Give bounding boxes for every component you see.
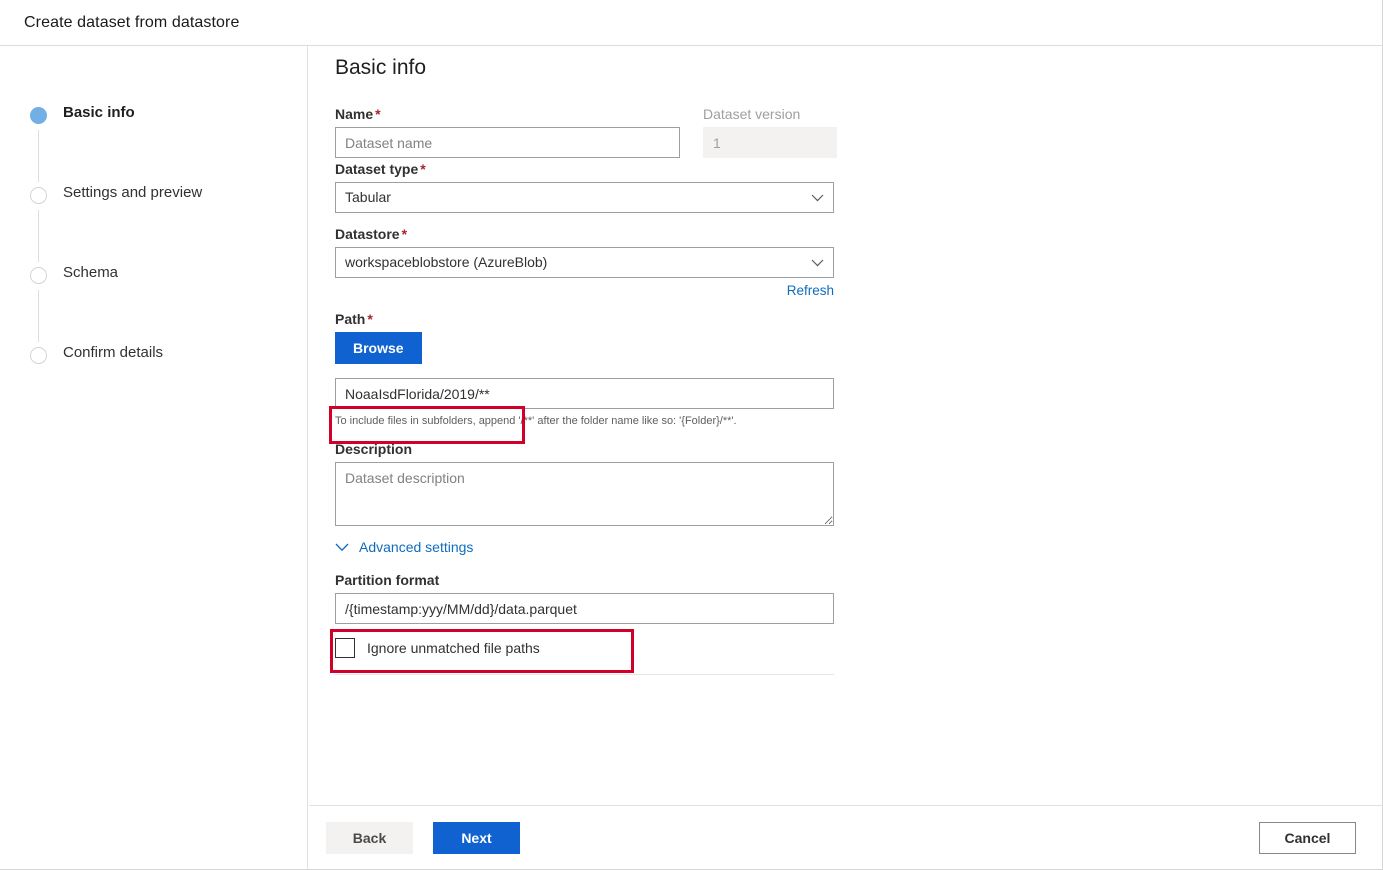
- advanced-settings-toggle[interactable]: Advanced settings: [335, 539, 473, 555]
- refresh-row: Refresh: [335, 283, 834, 298]
- name-label-text: Name: [335, 106, 373, 122]
- description-textarea[interactable]: [335, 462, 834, 526]
- dialog-footer: Back Next Cancel: [309, 805, 1382, 869]
- required-asterisk: *: [418, 161, 425, 177]
- ignore-unmatched-file-paths-label: Ignore unmatched file paths: [367, 640, 540, 656]
- dataset-type-label: Dataset type*: [335, 159, 865, 179]
- name-and-version-row: Name* Dataset version: [335, 104, 865, 159]
- step-connector-line: [38, 210, 39, 262]
- refresh-datastores-link[interactable]: Refresh: [787, 283, 834, 298]
- required-asterisk: *: [400, 226, 407, 242]
- section-divider: [335, 674, 834, 675]
- wizard-step-label: Confirm details: [63, 344, 163, 361]
- step-bullet-empty-icon: [30, 267, 47, 284]
- main-content-panel: Basic info Name* Dataset version Dataset…: [309, 46, 1382, 869]
- required-asterisk: *: [365, 311, 372, 327]
- wizard-steps: Basic info Settings and preview Schema C…: [30, 104, 280, 344]
- datastore-value: workspaceblobstore (AzureBlob): [345, 254, 547, 270]
- description-label: Description: [335, 439, 865, 459]
- checkbox-unchecked-icon[interactable]: [335, 638, 355, 658]
- step-connector-line: [38, 290, 39, 342]
- datastore-label-text: Datastore: [335, 226, 400, 242]
- path-helper-text: To include files in subfolders, append '…: [335, 414, 855, 428]
- basic-info-form: Name* Dataset version Dataset type* Tabu…: [335, 104, 865, 675]
- datastore-dropdown[interactable]: workspaceblobstore (AzureBlob): [335, 247, 834, 278]
- advanced-settings-label: Advanced settings: [359, 539, 473, 555]
- browse-button[interactable]: Browse: [335, 332, 422, 364]
- create-dataset-dialog: Create dataset from datastore Basic info…: [0, 0, 1383, 870]
- next-button[interactable]: Next: [433, 822, 520, 854]
- wizard-step-basic-info[interactable]: Basic info: [30, 104, 280, 184]
- datastore-label: Datastore*: [335, 224, 865, 244]
- path-label-text: Path: [335, 311, 365, 327]
- wizard-step-label: Settings and preview: [63, 184, 202, 201]
- wizard-step-schema[interactable]: Schema: [30, 264, 280, 344]
- wizard-step-settings-and-preview[interactable]: Settings and preview: [30, 184, 280, 264]
- required-asterisk: *: [373, 106, 380, 122]
- ignore-unmatched-file-paths-checkbox-row[interactable]: Ignore unmatched file paths: [335, 638, 540, 658]
- dataset-type-dropdown[interactable]: Tabular: [335, 182, 834, 213]
- wizard-step-label: Basic info: [63, 104, 135, 121]
- page-title: Basic info: [335, 56, 426, 80]
- wizard-step-rail: Basic info Settings and preview Schema C…: [0, 46, 308, 870]
- partition-format-label: Partition format: [335, 570, 865, 590]
- partition-format-input[interactable]: [335, 593, 834, 624]
- dataset-type-label-text: Dataset type: [335, 161, 418, 177]
- chevron-down-icon: [811, 183, 824, 212]
- chevron-down-icon: [335, 539, 349, 555]
- step-bullet-filled-icon: [30, 107, 47, 124]
- step-bullet-empty-icon: [30, 347, 47, 364]
- chevron-down-icon: [811, 248, 824, 277]
- dataset-name-input[interactable]: [335, 127, 680, 158]
- step-connector-line: [38, 130, 39, 182]
- wizard-step-label: Schema: [63, 264, 118, 281]
- path-label: Path*: [335, 309, 865, 329]
- dialog-title: Create dataset from datastore: [24, 14, 239, 32]
- back-button[interactable]: Back: [326, 822, 413, 854]
- dataset-version-block: Dataset version: [703, 104, 863, 158]
- path-input[interactable]: [335, 378, 834, 409]
- dataset-version-input: [703, 127, 837, 158]
- cancel-button[interactable]: Cancel: [1259, 822, 1356, 854]
- dataset-version-label: Dataset version: [703, 104, 863, 124]
- dataset-type-value: Tabular: [345, 189, 391, 205]
- step-bullet-empty-icon: [30, 187, 47, 204]
- dialog-titlebar: Create dataset from datastore: [0, 0, 1382, 46]
